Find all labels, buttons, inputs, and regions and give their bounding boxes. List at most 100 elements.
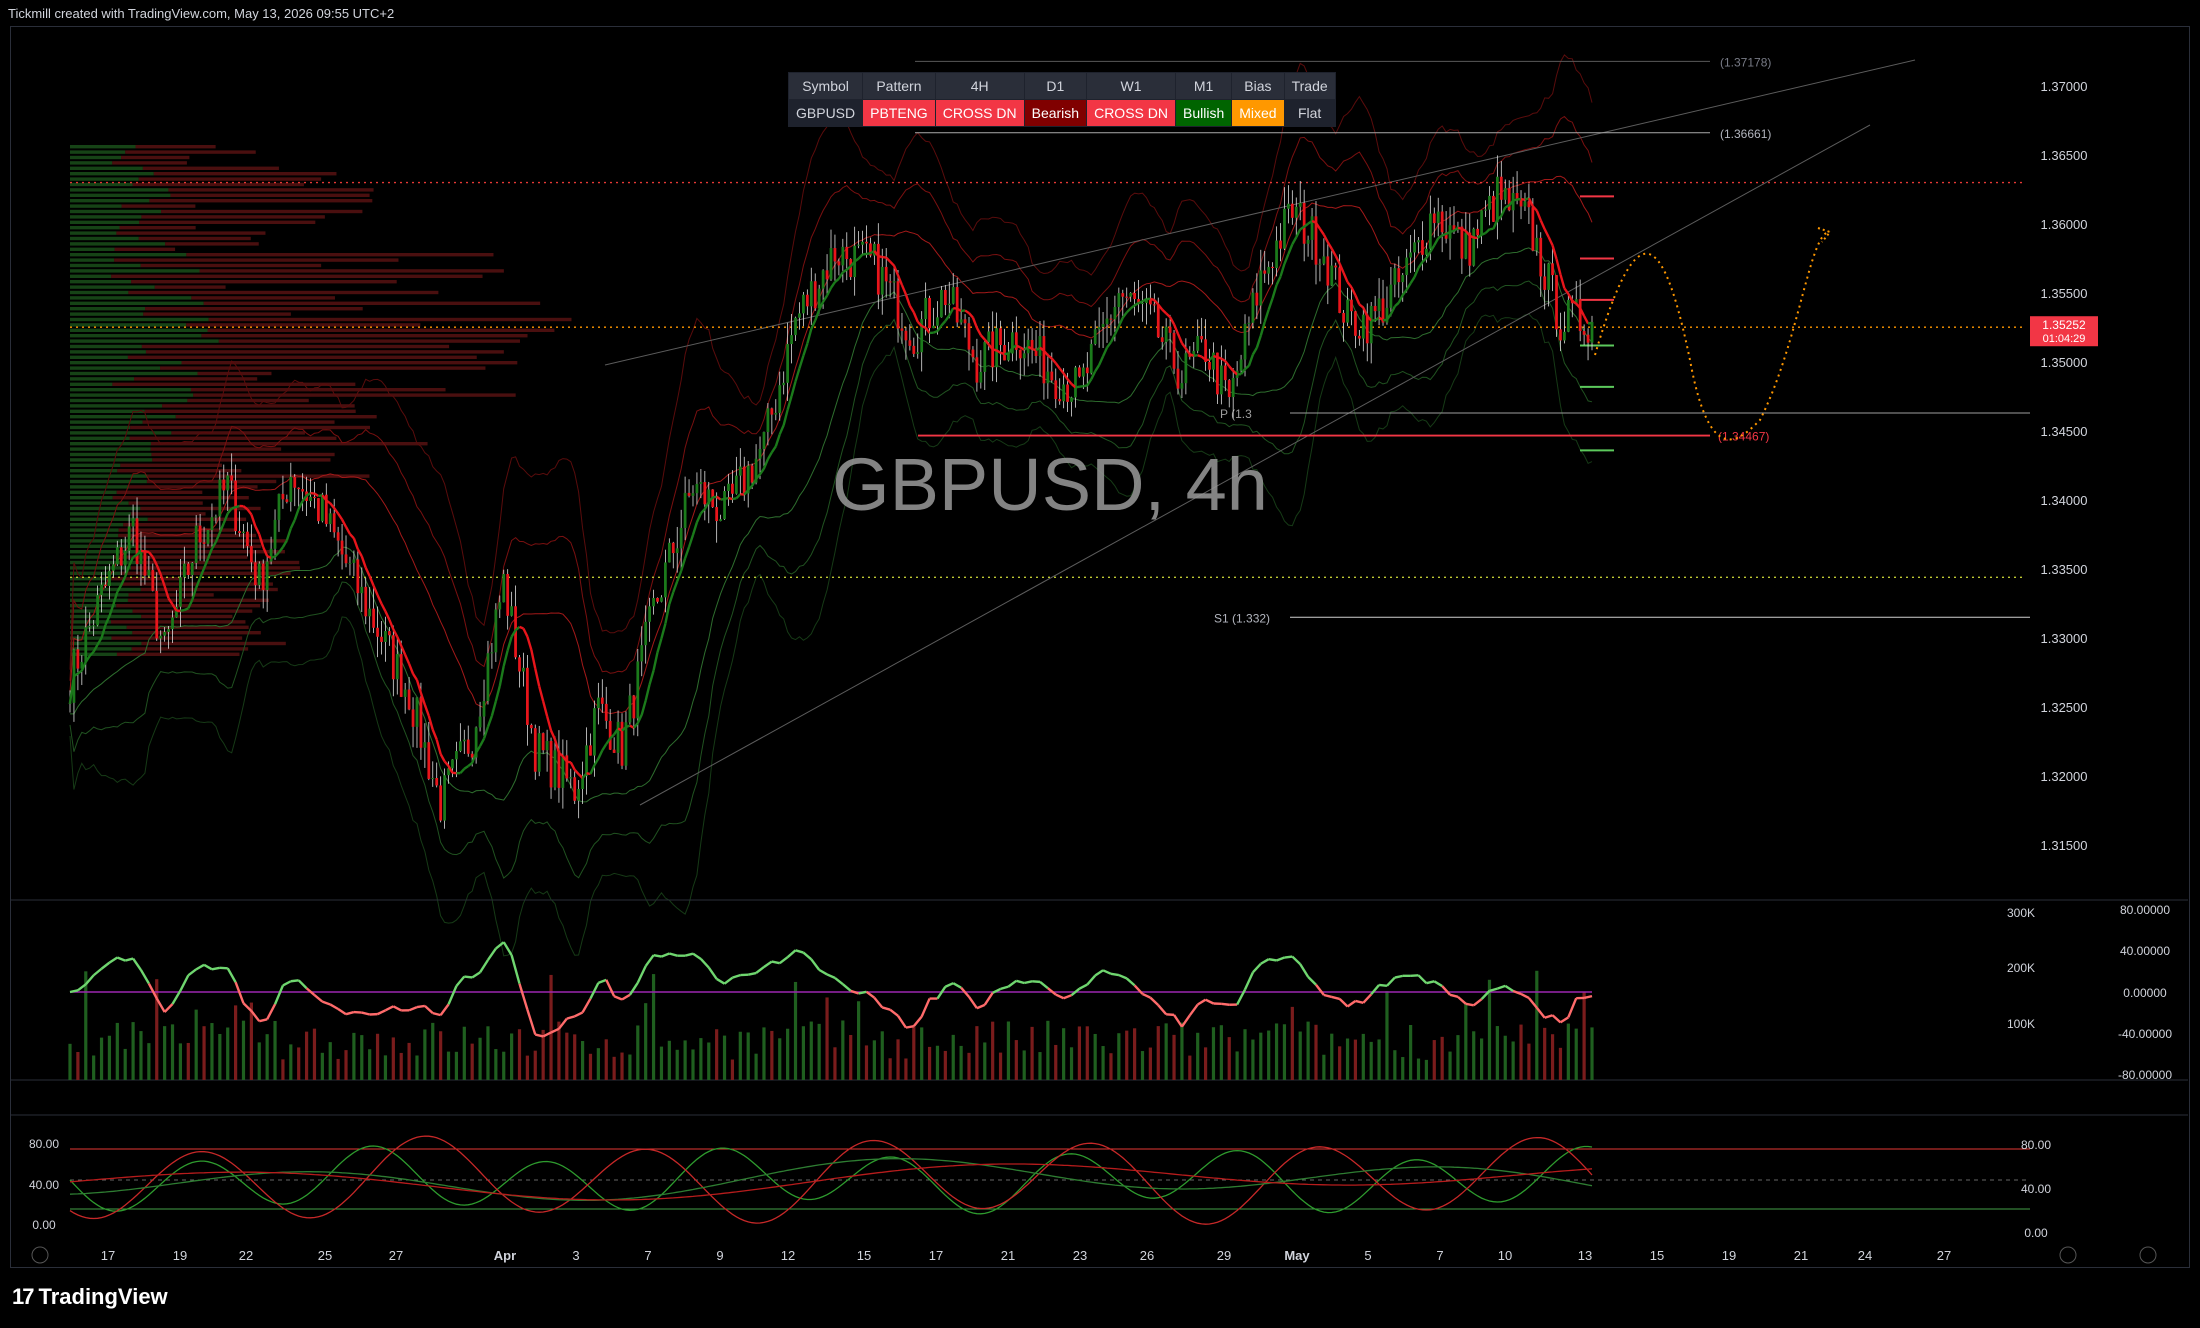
volume-bar bbox=[1582, 991, 1586, 1080]
candle-body bbox=[940, 289, 943, 318]
volume-bar bbox=[1156, 1026, 1160, 1080]
price-chart[interactable]: (1.37178) (1.36661) P (1.3 (1.34467) S1 (1.3… bbox=[0, 0, 2200, 1328]
profile-bar-sell bbox=[140, 544, 261, 548]
candle-body bbox=[526, 667, 529, 725]
oscillator-line-segment bbox=[1299, 963, 1310, 978]
price-axis[interactable]: 1.37000 1.36500 1.36000 1.35500 1.35000 1.345… bbox=[2041, 79, 2088, 853]
candle-body bbox=[1393, 268, 1397, 285]
volume-bar bbox=[722, 1035, 727, 1080]
profile-bar-sell bbox=[116, 231, 266, 235]
profile-bar-buy bbox=[70, 150, 126, 154]
moving-average-segment bbox=[625, 724, 631, 729]
profile-bar-sell bbox=[125, 150, 256, 154]
moving-average-segment bbox=[1409, 276, 1416, 284]
profile-bar-sell bbox=[114, 258, 399, 262]
moving-average-segment bbox=[1101, 347, 1109, 357]
price-tick-label: 1.36500 bbox=[2041, 148, 2088, 163]
candle-body bbox=[1216, 352, 1219, 395]
candle-body bbox=[951, 287, 955, 304]
volume-bar bbox=[123, 1048, 127, 1080]
moving-average-segment bbox=[400, 645, 407, 656]
moving-average-segment bbox=[1193, 354, 1198, 358]
moving-average-segment bbox=[1098, 355, 1105, 366]
profile-bar-sell bbox=[141, 215, 325, 219]
volume-bar bbox=[1487, 979, 1492, 1080]
candle-body bbox=[1503, 188, 1507, 200]
candle-body bbox=[876, 243, 880, 295]
candle-body bbox=[1085, 367, 1089, 374]
profile-bar-buy bbox=[70, 269, 200, 273]
candle-body bbox=[1377, 298, 1381, 312]
candle-body bbox=[1259, 270, 1263, 306]
profile-bar-buy bbox=[70, 280, 132, 284]
oscillator-line-segment bbox=[408, 1005, 418, 1012]
moving-average-segment bbox=[1169, 316, 1176, 325]
moving-average-segment bbox=[1405, 282, 1412, 291]
moving-average-segment bbox=[396, 636, 403, 647]
volume-bar bbox=[1377, 1039, 1381, 1080]
profile-bar-sell bbox=[165, 242, 259, 246]
candle-body bbox=[1117, 293, 1121, 308]
volume-bar bbox=[1361, 1033, 1365, 1080]
oscillator-line-segment bbox=[566, 1015, 576, 1020]
oscillator-line-segment bbox=[952, 982, 962, 989]
profile-bar-sell bbox=[132, 609, 253, 613]
candle-body bbox=[1326, 256, 1330, 286]
candle-body bbox=[1409, 252, 1413, 258]
volume-bar bbox=[375, 1033, 380, 1080]
stochastic-pane[interactable]: 80.00 40.00 0.00 80.00 40.00 0.00 bbox=[29, 1135, 2051, 1240]
time-tick-label: 25 bbox=[318, 1248, 332, 1263]
candle-body bbox=[600, 697, 604, 704]
oscillator-line-segment bbox=[424, 1005, 434, 1015]
oscillator-line-segment bbox=[1323, 993, 1333, 999]
candle-body bbox=[731, 483, 734, 494]
candle-body bbox=[861, 241, 864, 245]
moving-average-segment bbox=[944, 314, 951, 322]
moving-average-segment bbox=[415, 679, 423, 694]
candle-body bbox=[1436, 211, 1440, 224]
profile-bar-sell bbox=[154, 285, 226, 289]
candle-body bbox=[1306, 239, 1310, 244]
volume-bar bbox=[1495, 1026, 1499, 1080]
moving-average-segment bbox=[1489, 227, 1494, 231]
time-tick-label: 19 bbox=[1722, 1248, 1736, 1263]
oscillator-line-segment bbox=[1268, 957, 1277, 962]
profile-bar-buy bbox=[70, 328, 208, 332]
profile-bar-buy bbox=[70, 253, 187, 257]
moving-average-segment bbox=[699, 508, 706, 515]
moving-average-segment bbox=[1228, 365, 1235, 372]
candle-body bbox=[1523, 201, 1527, 207]
candle-body bbox=[498, 602, 502, 610]
moving-average-segment bbox=[640, 700, 647, 716]
moving-average-segment bbox=[597, 749, 604, 760]
volume-bar bbox=[99, 1037, 104, 1080]
volume-bar bbox=[565, 1032, 569, 1080]
oscillator-right-tick: -40.00000 bbox=[2118, 1027, 2172, 1041]
price-tick-label: 1.35000 bbox=[2041, 355, 2088, 370]
volume-bar bbox=[1353, 1039, 1358, 1080]
volume-bar bbox=[659, 1046, 664, 1080]
profile-bar-buy bbox=[70, 490, 117, 494]
moving-average-segment bbox=[948, 307, 955, 317]
profile-bar-sell bbox=[161, 209, 363, 214]
candle-body bbox=[577, 789, 581, 801]
moving-average-segment bbox=[889, 260, 895, 267]
time-axis[interactable]: 17 19 22 25 27 Apr 3 7 9 12 15 17 21 23 26 29 May 5 7 10 13 1… bbox=[31, 1246, 2157, 1264]
oscillator-line-segment bbox=[732, 973, 741, 979]
candle-body bbox=[1097, 327, 1101, 330]
volume-bar bbox=[841, 1020, 845, 1080]
oscillator-pane[interactable]: 80.00000 40.00000 0.00000 -40.00000 -80.0000… bbox=[68, 903, 2172, 1082]
tradingview-logo[interactable]: 17 TradingView bbox=[12, 1284, 168, 1310]
moving-average-segment bbox=[297, 500, 304, 510]
profile-bar-sell bbox=[137, 560, 300, 565]
profile-bar-buy bbox=[70, 528, 119, 532]
profile-bar-buy bbox=[70, 371, 198, 376]
profile-bar-buy bbox=[70, 458, 153, 462]
volume-bar bbox=[730, 1059, 735, 1080]
candle-body bbox=[983, 342, 987, 372]
candle-body bbox=[313, 496, 316, 499]
candle-body bbox=[664, 562, 667, 598]
oscillator-line-segment bbox=[1086, 974, 1097, 986]
profile-bar-buy bbox=[70, 166, 143, 170]
moving-average-segment bbox=[1217, 356, 1222, 360]
